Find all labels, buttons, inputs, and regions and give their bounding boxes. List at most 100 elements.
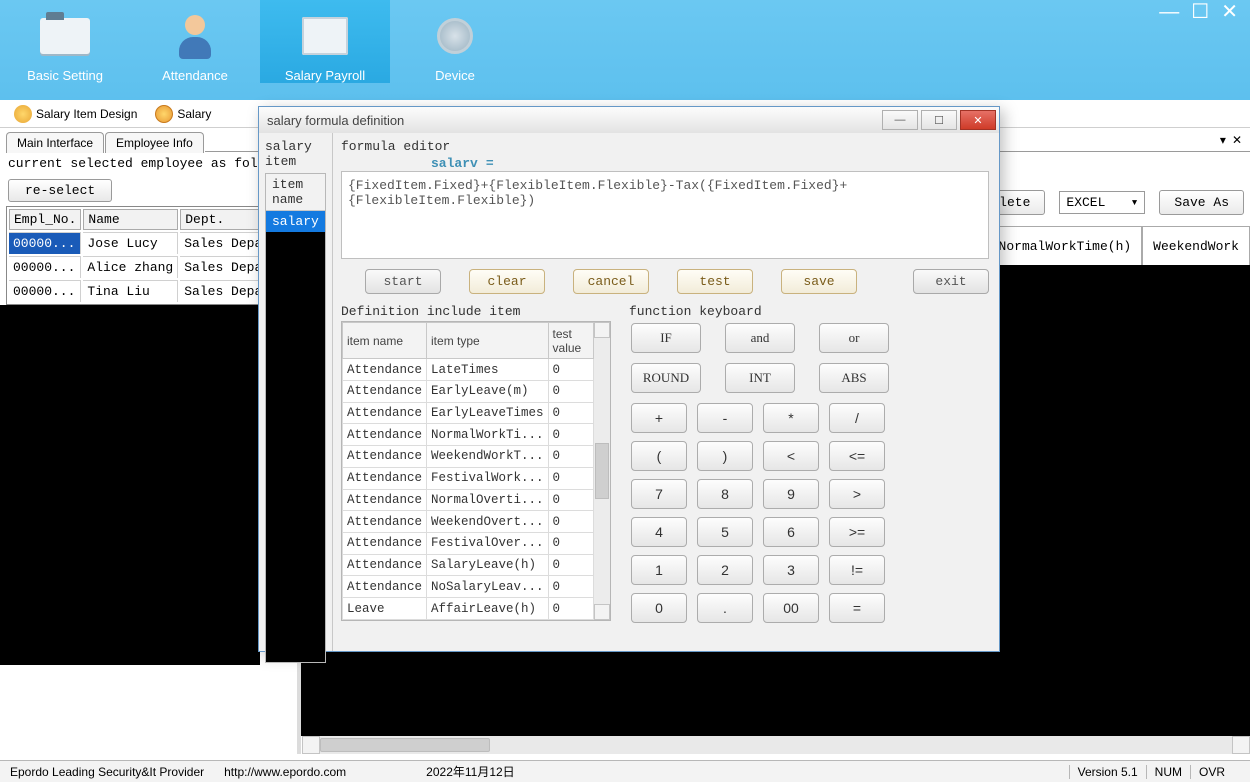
- ribbon-salary-payroll[interactable]: Salary Payroll: [260, 0, 390, 83]
- table-row[interactable]: 00000... Alice zhang Sales Depart: [9, 256, 283, 278]
- definition-scrollbar[interactable]: [594, 322, 610, 620]
- dialog-title: salary formula definition: [267, 113, 404, 128]
- list-item-salary[interactable]: salary: [266, 211, 325, 232]
- cell-test: 0: [548, 359, 593, 381]
- tab-close-icon[interactable]: ✕: [1232, 133, 1242, 147]
- table-row[interactable]: AttendanceNormalOverti...0: [343, 489, 594, 511]
- formula-textarea[interactable]: {FixedItem.Fixed}+{FlexibleItem.Flexible…: [341, 171, 989, 259]
- table-row[interactable]: AttendanceEarlyLeaveTimes0: [343, 402, 594, 424]
- salary-link[interactable]: Salary: [155, 105, 211, 123]
- col-name[interactable]: Name: [83, 209, 178, 230]
- dialog-minimize-icon[interactable]: —: [882, 110, 918, 130]
- test-button[interactable]: test: [677, 269, 753, 294]
- col-weekend[interactable]: WeekendWork: [1142, 227, 1250, 265]
- maximize-icon[interactable]: ☐: [1191, 4, 1209, 20]
- scroll-down-icon[interactable]: [594, 604, 610, 620]
- col-test-value[interactable]: test value: [548, 323, 593, 359]
- col-item-name[interactable]: item name: [343, 323, 427, 359]
- table-row[interactable]: AttendanceFestivalOver...0: [343, 532, 594, 554]
- op-button[interactable]: (: [631, 441, 687, 471]
- fn-abs-button[interactable]: ABS: [819, 363, 889, 393]
- op-button[interactable]: /: [829, 403, 885, 433]
- cancel-button[interactable]: cancel: [573, 269, 649, 294]
- scroll-thumb[interactable]: [595, 443, 609, 499]
- table-row[interactable]: AttendanceWeekendWorkT...0: [343, 446, 594, 468]
- salary-item-design[interactable]: Salary Item Design: [14, 105, 137, 123]
- dialog-titlebar[interactable]: salary formula definition — ☐ ✕: [259, 107, 999, 133]
- cell-test: 0: [548, 511, 593, 533]
- fn-int-button[interactable]: INT: [725, 363, 795, 393]
- table-row[interactable]: AttendanceSalaryLeave(h)0: [343, 554, 594, 576]
- op-button[interactable]: 0: [631, 593, 687, 623]
- table-row[interactable]: AttendanceNoSalaryLeav...0: [343, 576, 594, 598]
- op-button[interactable]: +: [631, 403, 687, 433]
- close-icon[interactable]: ✕: [1221, 4, 1238, 20]
- op-button[interactable]: !=: [829, 555, 885, 585]
- status-num: NUM: [1146, 765, 1190, 779]
- op-button[interactable]: *: [763, 403, 819, 433]
- op-button[interactable]: 8: [697, 479, 753, 509]
- op-button[interactable]: -: [697, 403, 753, 433]
- scroll-right-icon[interactable]: [1232, 736, 1250, 754]
- op-button[interactable]: 2: [697, 555, 753, 585]
- op-button[interactable]: 00: [763, 593, 819, 623]
- fn-and-button[interactable]: and: [725, 323, 795, 353]
- dialog-close-icon[interactable]: ✕: [960, 110, 996, 130]
- save-button[interactable]: save: [781, 269, 857, 294]
- table-row[interactable]: AttendanceLateTimes0: [343, 359, 594, 381]
- op-button[interactable]: .: [697, 593, 753, 623]
- table-row[interactable]: 00000... Tina Liu Sales Depart: [9, 280, 283, 302]
- folder-icon: [35, 12, 95, 60]
- table-row[interactable]: AttendanceNormalWorkTi...0: [343, 424, 594, 446]
- tab-main-interface[interactable]: Main Interface: [6, 132, 104, 153]
- list-header[interactable]: item name: [266, 174, 325, 211]
- op-button[interactable]: >: [829, 479, 885, 509]
- exit-button[interactable]: exit: [913, 269, 989, 294]
- fn-if-button[interactable]: IF: [631, 323, 701, 353]
- op-button[interactable]: >=: [829, 517, 885, 547]
- scroll-track[interactable]: [594, 338, 610, 443]
- fn-or-button[interactable]: or: [819, 323, 889, 353]
- scroll-track[interactable]: [594, 499, 610, 604]
- reselect-button[interactable]: re-select: [8, 179, 112, 202]
- fn-round-button[interactable]: ROUND: [631, 363, 701, 393]
- export-format-select[interactable]: EXCEL ▾: [1059, 191, 1145, 214]
- table-row[interactable]: AttendanceWeekendOvert...0: [343, 511, 594, 533]
- dialog-maximize-icon[interactable]: ☐: [921, 110, 957, 130]
- horizontal-scrollbar[interactable]: [302, 736, 1250, 754]
- status-url[interactable]: http://www.epordo.com: [214, 765, 356, 779]
- start-button[interactable]: start: [365, 269, 441, 294]
- op-button[interactable]: 6: [763, 517, 819, 547]
- save-as-button[interactable]: Save As: [1159, 190, 1244, 215]
- op-button[interactable]: 7: [631, 479, 687, 509]
- op-button[interactable]: 9: [763, 479, 819, 509]
- tab-menu-icon[interactable]: ▾: [1220, 133, 1226, 147]
- op-button[interactable]: 4: [631, 517, 687, 547]
- op-button[interactable]: ): [697, 441, 753, 471]
- clear-button[interactable]: clear: [469, 269, 545, 294]
- ribbon-attendance[interactable]: Attendance: [130, 0, 260, 83]
- op-button[interactable]: 5: [697, 517, 753, 547]
- op-button[interactable]: 3: [763, 555, 819, 585]
- col-normalwork[interactable]: NormalWorkTime(h): [988, 227, 1143, 265]
- table-row[interactable]: LeaveAffairLeave(h)0: [343, 598, 594, 620]
- table-row[interactable]: AttendanceEarlyLeave(m)0: [343, 380, 594, 402]
- scroll-up-icon[interactable]: [594, 322, 610, 338]
- table-row[interactable]: AttendanceFestivalWork...0: [343, 467, 594, 489]
- minimize-icon[interactable]: —: [1159, 4, 1179, 20]
- salary-item-list[interactable]: item name salary: [265, 173, 326, 663]
- op-button[interactable]: 1: [631, 555, 687, 585]
- scroll-thumb[interactable]: [320, 738, 490, 752]
- op-button[interactable]: <=: [829, 441, 885, 471]
- scroll-left-icon[interactable]: [302, 736, 320, 754]
- op-button[interactable]: <: [763, 441, 819, 471]
- ribbon-device[interactable]: Device: [390, 0, 520, 83]
- op-button[interactable]: =: [829, 593, 885, 623]
- col-emplno[interactable]: Empl_No.: [9, 209, 81, 230]
- ribbon-basic-setting[interactable]: Basic Setting: [0, 0, 130, 83]
- table-row[interactable]: 00000... Jose Lucy Sales Depart: [9, 232, 283, 254]
- tab-employee-info[interactable]: Employee Info: [105, 132, 204, 153]
- top-ribbon: Basic Setting Attendance Salary Payroll …: [0, 0, 1250, 100]
- col-item-type[interactable]: item type: [427, 323, 549, 359]
- status-date: 2022年11月12日: [416, 763, 525, 780]
